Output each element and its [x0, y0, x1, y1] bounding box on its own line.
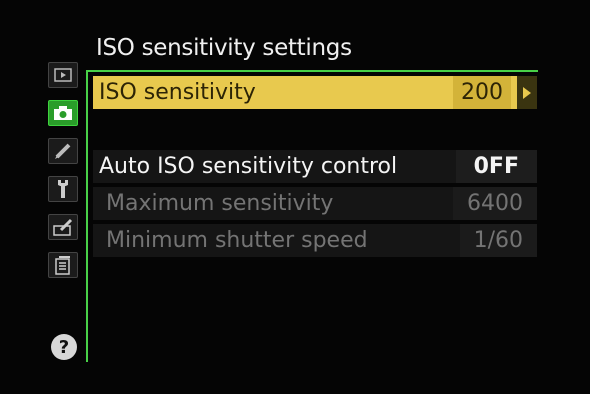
wrench-icon: [58, 180, 68, 198]
tab-custom-settings[interactable]: [48, 138, 78, 164]
page-title: ISO sensitivity settings: [96, 35, 352, 61]
menu-item-label: Minimum shutter speed: [106, 228, 368, 253]
tab-retouch[interactable]: [48, 214, 78, 240]
tab-shooting[interactable]: [48, 100, 78, 126]
retouch-icon: [53, 218, 73, 236]
pencil-icon: [55, 143, 71, 159]
playback-icon: [54, 68, 72, 82]
menu-item-label: Auto ISO sensitivity control: [99, 154, 398, 179]
tab-recent-settings[interactable]: [48, 252, 78, 278]
recent-settings-icon: [55, 256, 70, 275]
menu-frame-top: [86, 70, 538, 72]
tab-playback[interactable]: [48, 62, 78, 88]
menu-tabs: [44, 56, 84, 356]
menu-item-value: 1/60: [459, 224, 537, 257]
menu-frame-left: [86, 70, 88, 362]
menu-item-minimum-shutter-speed: Minimum shutter speed 1/60: [93, 224, 537, 257]
camera-menu-screen: ? ISO sensitivity settings ISO sensitivi…: [0, 0, 590, 394]
menu-item-label: Maximum sensitivity: [106, 191, 334, 216]
help-icon[interactable]: ?: [51, 334, 77, 360]
menu-item-value: 0FF: [455, 150, 537, 183]
camera-icon: [54, 106, 72, 120]
menu-item-value: 200: [453, 76, 511, 109]
menu-item-maximum-sensitivity: Maximum sensitivity 6400: [93, 187, 537, 220]
menu-item-label: ISO sensitivity: [99, 80, 256, 105]
iso-value: 200: [461, 80, 503, 105]
menu-item-iso-sensitivity[interactable]: ISO sensitivity 200: [93, 76, 537, 109]
menu-item-value: 6400: [453, 187, 537, 220]
menu-item-auto-iso-control[interactable]: Auto ISO sensitivity control 0FF: [93, 150, 537, 183]
chevron-right-icon: [517, 76, 537, 109]
tab-setup[interactable]: [48, 176, 78, 202]
